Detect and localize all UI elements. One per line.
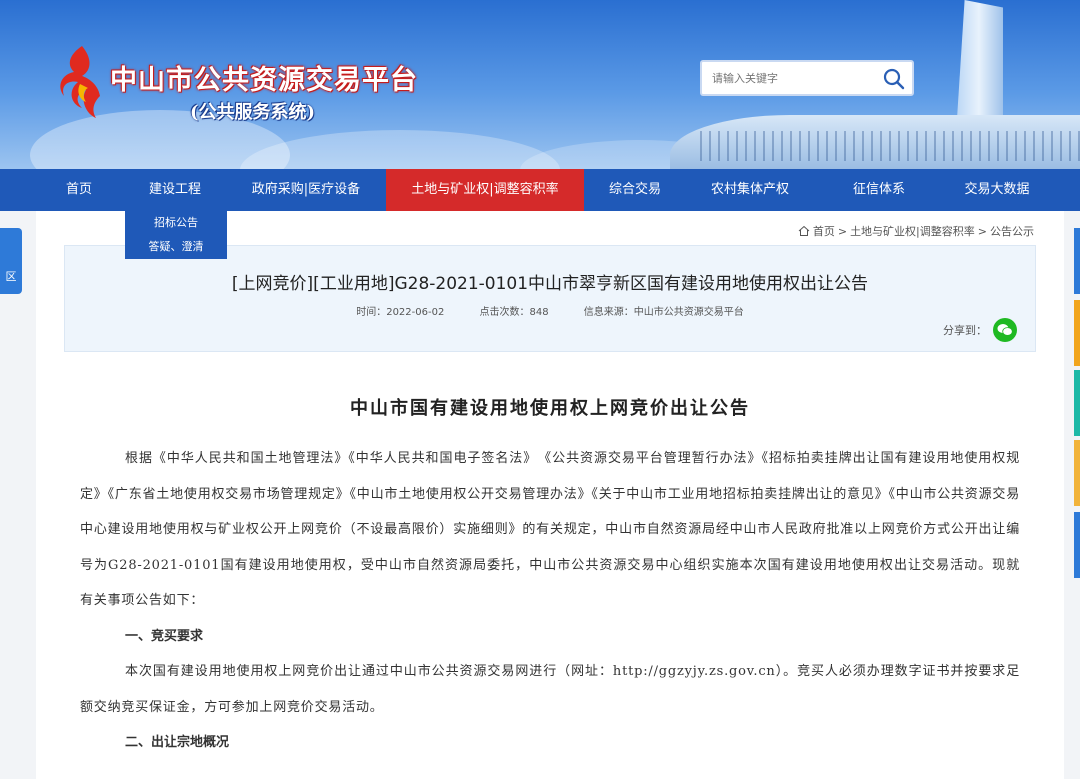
notice-meta: 时间：2022-06-02 点击次数：848 信息来源：中山市公共资源交易平台: [65, 303, 1035, 318]
notice-header-box: [上网竞价][工业用地]G28-2021-0101中山市翠亨新区国有建设用地使用…: [64, 245, 1036, 352]
dropdown-item-tender-notice[interactable]: 招标公告: [125, 211, 227, 235]
search-box: [700, 60, 914, 96]
section-paragraph: 本次国有建设用地使用权上网竞价出让通过中山市公共资源交易网进行（网址：http:…: [80, 664, 1020, 715]
wechat-share-icon[interactable]: [993, 318, 1017, 342]
right-float-tab[interactable]: [1074, 228, 1080, 294]
right-float-tab[interactable]: [1074, 440, 1080, 506]
nav-big-data[interactable]: 交易大数据: [944, 169, 1050, 211]
nav-land-mining[interactable]: 土地与矿业权|调整容积率: [386, 169, 584, 211]
breadcrumb-separator: >: [837, 224, 848, 238]
dropdown-item-qa[interactable]: 答疑、澄清: [125, 235, 227, 259]
building-illustration: [670, 115, 1080, 169]
right-float-tab[interactable]: [1074, 300, 1080, 366]
info-source: 信息来源：中山市公共资源交易平台: [583, 307, 744, 318]
share-bar: 分享到：: [943, 318, 1017, 342]
notice-title: [上网竞价][工业用地]G28-2021-0101中山市翠亨新区国有建设用地使用…: [231, 274, 869, 294]
nav-rural-property[interactable]: 农村集体产权: [686, 169, 814, 211]
document-body: 根据《中华人民共和国土地管理法》《中华人民共和国电子签名法》 《公共资源交易平台…: [80, 441, 1020, 761]
breadcrumb: 首页 > 土地与矿业权|调整容积率 > 公告公示: [798, 223, 1034, 239]
nav-comprehensive[interactable]: 综合交易: [584, 169, 686, 211]
site-subtitle: (公共服务系统): [190, 102, 316, 123]
breadcrumb-home[interactable]: 首页: [813, 223, 835, 239]
publish-time: 时间：2022-06-02: [356, 307, 445, 318]
construction-dropdown: 招标公告 答疑、澄清: [125, 211, 227, 259]
nav-home[interactable]: 首页: [34, 169, 124, 211]
content-panel: 首页 > 土地与矿业权|调整容积率 > 公告公示 [上网竞价][工业用地]G28…: [36, 211, 1064, 779]
header-cloud: [240, 130, 560, 169]
left-float-tab[interactable]: 区: [0, 228, 22, 294]
logo-flame-icon[interactable]: [52, 44, 104, 122]
search-icon[interactable]: [882, 67, 906, 91]
right-float-tab[interactable]: [1074, 512, 1080, 578]
search-input[interactable]: [702, 62, 872, 94]
breadcrumb-announcements[interactable]: 公告公示: [990, 223, 1034, 239]
share-label: 分享到：: [943, 324, 987, 337]
intro-paragraph: 根据《中华人民共和国土地管理法》《中华人民共和国电子签名法》 《公共资源交易平台…: [80, 451, 1021, 608]
section-heading: 一、竞买要求: [125, 628, 204, 644]
click-count: 点击次数：848: [479, 307, 549, 318]
main-nav: 首页 建设工程 政府采购|医疗设备 土地与矿业权|调整容积率 综合交易 农村集体…: [0, 169, 1080, 211]
site-header: 中山市公共资源交易平台 (公共服务系统): [0, 0, 1080, 169]
home-icon: [798, 225, 810, 236]
nav-procurement[interactable]: 政府采购|医疗设备: [226, 169, 386, 211]
breadcrumb-separator: >: [977, 224, 987, 238]
nav-credit[interactable]: 征信体系: [814, 169, 944, 211]
document-title: 中山市国有建设用地使用权上网竞价出让公告: [350, 398, 750, 419]
site-title[interactable]: 中山市公共资源交易平台: [110, 58, 418, 97]
right-float-tab[interactable]: [1074, 370, 1080, 436]
nav-construction[interactable]: 建设工程: [124, 169, 226, 211]
section-heading: 二、出让宗地概况: [125, 735, 230, 750]
breadcrumb-land-mining[interactable]: 土地与矿业权|调整容积率: [850, 223, 975, 239]
